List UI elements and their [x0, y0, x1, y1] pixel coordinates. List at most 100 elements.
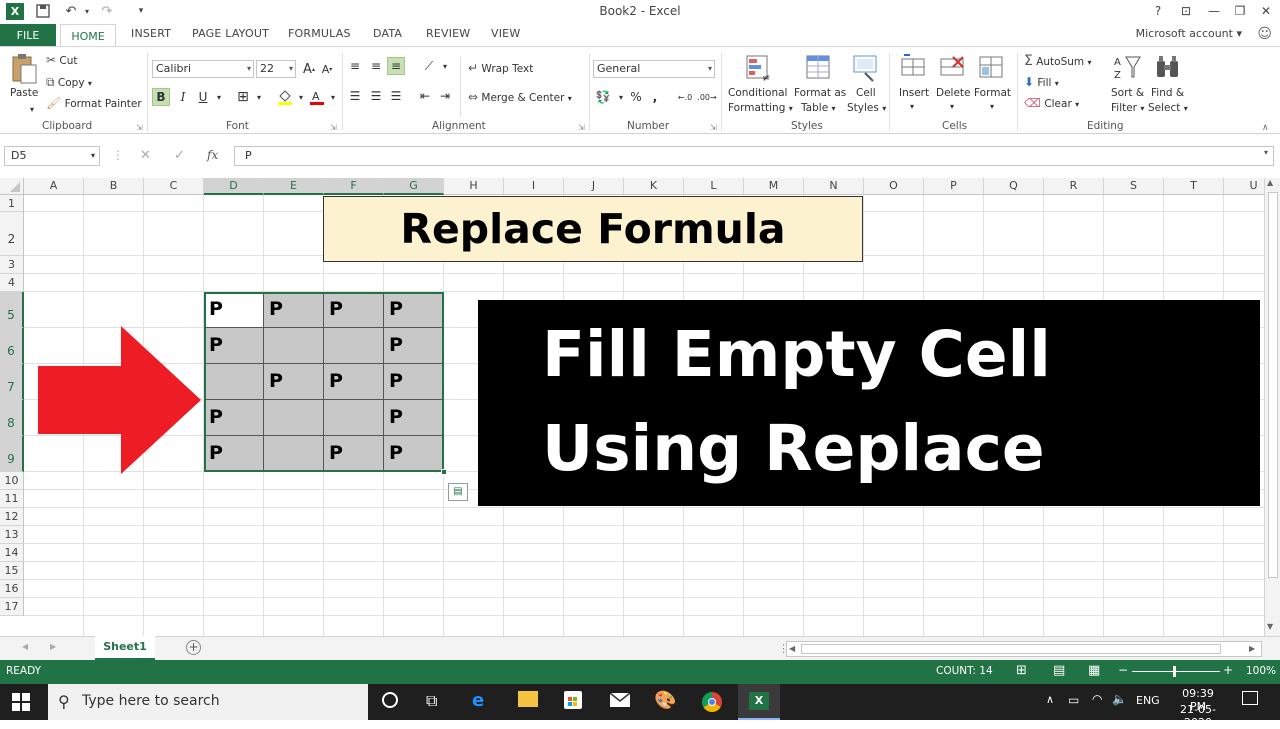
sort-filter-icon[interactable]: AZ — [1112, 53, 1142, 83]
zoom-slider-thumb[interactable] — [1173, 666, 1176, 677]
prev-sheet-icon[interactable]: ◀ — [22, 642, 28, 651]
borders-dropdown-icon[interactable]: ▾ — [250, 88, 268, 106]
cut-button[interactable]: ✂ Cut — [46, 53, 78, 67]
sort-filter-label-1[interactable]: Sort & — [1111, 87, 1144, 99]
underline-dropdown-icon[interactable]: ▾ — [210, 88, 228, 106]
row-header-8[interactable]: 8 — [0, 400, 24, 436]
cell-g7[interactable]: P — [384, 370, 444, 400]
row-header-1[interactable]: 1 — [0, 195, 24, 212]
italic-button[interactable]: I — [174, 88, 192, 106]
column-header-c[interactable]: C — [144, 178, 204, 195]
language-indicator[interactable]: ENG — [1136, 694, 1160, 707]
align-middle-icon[interactable]: ≡ — [367, 57, 385, 75]
align-top-icon[interactable]: ≡ — [346, 57, 364, 75]
format-dropdown-icon[interactable]: ▾ — [990, 102, 994, 111]
align-bottom-icon[interactable]: ≡ — [387, 57, 405, 75]
row-header-11[interactable]: 11 — [0, 490, 24, 508]
column-header-b[interactable]: B — [84, 178, 144, 195]
windows-start-icon[interactable] — [12, 693, 30, 714]
cortana-icon[interactable] — [382, 692, 398, 708]
horizontal-scroll-thumb[interactable] — [801, 644, 1221, 654]
row-header-9[interactable]: 9 — [0, 436, 24, 472]
accounting-format-icon[interactable]: 💱 — [594, 88, 612, 106]
row-header-15[interactable]: 15 — [0, 562, 24, 580]
scroll-up-icon[interactable]: ▲ — [1267, 178, 1273, 187]
number-format-combo[interactable]: General ▾ — [593, 60, 715, 78]
page-break-view-icon[interactable]: ▦ — [1088, 663, 1100, 678]
horizontal-scrollbar[interactable]: ◀ ▶ — [786, 641, 1262, 657]
cell-e5[interactable]: P — [264, 298, 324, 328]
conditional-formatting-icon[interactable]: ≠ — [744, 53, 774, 84]
find-select-label-1[interactable]: Find & — [1151, 87, 1184, 99]
cell-g8[interactable]: P — [384, 406, 444, 436]
expand-formula-bar-icon[interactable]: ▾ — [1264, 148, 1268, 157]
column-header-n[interactable]: N — [804, 178, 864, 195]
cancel-icon[interactable]: ✕ — [140, 148, 151, 163]
sheet-tab-sheet1[interactable]: Sheet1 — [95, 636, 155, 660]
cell-d5[interactable]: P — [204, 298, 264, 328]
next-sheet-icon[interactable]: ▶ — [50, 642, 56, 651]
bold-button[interactable]: B — [152, 88, 170, 106]
delete-cells-button[interactable]: Delete — [936, 87, 971, 99]
delete-dropdown-icon[interactable]: ▾ — [950, 102, 954, 111]
increase-decimal-icon[interactable]: ←.0 — [676, 88, 694, 106]
scroll-right-icon[interactable]: ▶ — [1249, 644, 1255, 653]
row-header-14[interactable]: 14 — [0, 544, 24, 562]
edge-browser-icon[interactable]: e — [472, 690, 484, 711]
cell-d8[interactable]: P — [204, 406, 264, 436]
cell-g5[interactable]: P — [384, 298, 444, 328]
column-header-a[interactable]: A — [24, 178, 84, 195]
align-right-icon[interactable]: ☰ — [387, 87, 405, 105]
enter-icon[interactable]: ✓ — [174, 148, 185, 163]
comma-style-button[interactable]: , — [646, 88, 664, 106]
column-header-k[interactable]: K — [624, 178, 684, 195]
column-header-i[interactable]: I — [504, 178, 564, 195]
row-header-6[interactable]: 6 — [0, 328, 24, 364]
delete-cells-icon[interactable] — [939, 53, 969, 83]
font-size-combo[interactable]: 22 ▾ — [256, 60, 296, 78]
orientation-dropdown-icon[interactable]: ▾ — [436, 57, 454, 75]
column-header-s[interactable]: S — [1104, 178, 1164, 195]
column-header-m[interactable]: M — [744, 178, 804, 195]
restore-button[interactable]: ❐ — [1226, 0, 1254, 22]
clipboard-launcher-icon[interactable]: ⇲ — [136, 123, 143, 132]
select-all-button[interactable] — [0, 178, 24, 195]
fill-button[interactable]: ⬇ Fill ▾ — [1024, 75, 1059, 89]
new-sheet-icon[interactable]: + — [186, 640, 201, 655]
format-cells-icon[interactable] — [978, 53, 1008, 83]
cell-f5[interactable]: P — [324, 298, 384, 328]
font-color-dropdown-icon[interactable]: ▾ — [324, 88, 342, 106]
cell-styles-icon[interactable] — [851, 53, 881, 83]
cell-styles-button[interactable]: Styles ▾ — [847, 102, 886, 114]
align-left-icon[interactable]: ☰ — [346, 87, 364, 105]
account-menu[interactable]: Microsoft account ▾ — [1136, 27, 1242, 40]
merge-center-button[interactable]: ⇔ Merge & Center ▾ — [468, 90, 572, 104]
row-header-4[interactable]: 4 — [0, 274, 24, 292]
format-cells-button[interactable]: Format — [974, 87, 1011, 99]
page-layout-view-icon[interactable]: ▤ — [1053, 663, 1065, 678]
percent-style-button[interactable]: % — [627, 88, 645, 106]
scroll-down-icon[interactable]: ▼ — [1267, 622, 1273, 631]
row-header-5[interactable]: 5 — [0, 292, 24, 328]
taskbar-search-box[interactable]: ⚲ Type here to search — [48, 684, 368, 720]
cell-f9[interactable]: P — [324, 442, 384, 472]
row-header-7[interactable]: 7 — [0, 364, 24, 400]
column-header-p[interactable]: P — [924, 178, 984, 195]
tab-home[interactable]: HOME — [60, 24, 116, 47]
zoom-level[interactable]: 100% — [1246, 665, 1276, 677]
paste-icon[interactable] — [10, 53, 40, 84]
row-header-12[interactable]: 12 — [0, 508, 24, 526]
format-as-table-button[interactable]: Table ▾ — [801, 102, 836, 114]
conditional-formatting-button[interactable]: Formatting ▾ — [728, 102, 793, 114]
cell-g9[interactable]: P — [384, 442, 444, 472]
show-hidden-icons-icon[interactable]: ∧ — [1046, 693, 1054, 706]
font-launcher-icon[interactable]: ⇲ — [330, 123, 337, 132]
increase-indent-icon[interactable]: ⇥ — [436, 87, 454, 105]
column-header-d[interactable]: D — [204, 178, 264, 195]
cell-styles-label-1[interactable]: Cell — [856, 87, 876, 99]
row-header-10[interactable]: 10 — [0, 472, 24, 490]
column-header-f[interactable]: F — [324, 178, 384, 195]
name-box[interactable]: D5 ▾ — [4, 146, 100, 166]
collapse-ribbon-icon[interactable]: ∧ — [1262, 123, 1269, 133]
number-launcher-icon[interactable]: ⇲ — [710, 123, 717, 132]
